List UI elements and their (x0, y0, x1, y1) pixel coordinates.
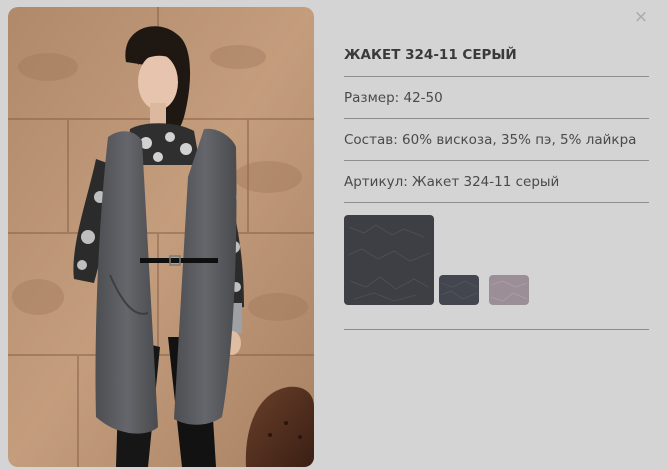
article-field: Артикул: Жакет 324-11 серый (344, 161, 649, 203)
product-modal: × ЖАКЕТ 324-11 СЕРЫЙ Размер: 42-50 Соста… (0, 0, 668, 469)
swatch-graphite[interactable] (439, 275, 479, 305)
size-field: Размер: 42-50 (344, 77, 649, 119)
swatch-mauve-gray[interactable] (489, 275, 529, 305)
composition-field: Состав: 60% вискоза, 35% пэ, 5% лайкра (344, 119, 649, 161)
product-photo (8, 7, 314, 467)
swatch-dark-gray[interactable] (344, 215, 434, 305)
color-swatches (344, 203, 649, 330)
close-icon[interactable]: × (634, 7, 648, 27)
close-button[interactable]: × (632, 8, 650, 26)
product-info: ЖАКЕТ 324-11 СЕРЫЙ Размер: 42-50 Состав:… (344, 40, 649, 330)
product-title: ЖАКЕТ 324-11 СЕРЫЙ (344, 40, 649, 77)
